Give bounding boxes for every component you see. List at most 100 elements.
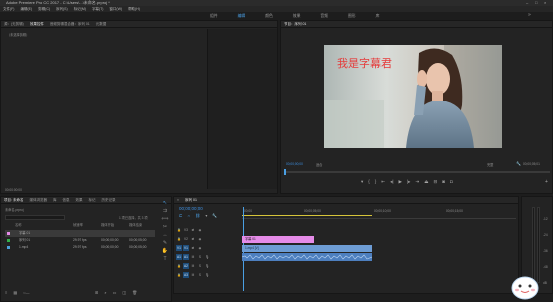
new-item-icon[interactable]: ◫ <box>122 290 126 295</box>
step-back-icon[interactable]: ◂| <box>390 179 393 187</box>
menu-sequence[interactable]: 序列(S) <box>56 6 68 12</box>
pen-tool-icon[interactable]: ✎ <box>160 240 170 248</box>
col-fps[interactable]: 帧速率 <box>73 222 83 229</box>
add-marker-icon[interactable]: ▾ <box>361 179 363 187</box>
workspace-graphics[interactable]: 图形 <box>338 12 366 20</box>
automate-icon[interactable]: ⊞ <box>95 290 98 295</box>
wrench-icon[interactable]: 🔧 <box>516 161 521 166</box>
nest-icon[interactable]: ⊏ <box>179 213 182 218</box>
eye-icon[interactable]: ◉ <box>197 245 203 251</box>
assistant-mascot-icon[interactable] <box>510 274 540 300</box>
program-scrubber[interactable] <box>284 171 550 173</box>
source-patch-a1[interactable]: A1 <box>176 254 182 260</box>
extract-icon[interactable]: ⊟ <box>433 179 437 187</box>
workspace-editing[interactable]: 编辑 <box>228 12 256 20</box>
track-label[interactable]: V3 <box>183 227 189 233</box>
menu-window[interactable]: 窗口(W) <box>109 6 122 12</box>
menu-title[interactable]: 字幕(T) <box>92 6 103 12</box>
selection-tool-icon[interactable]: ↖ <box>160 200 170 208</box>
mark-out-icon[interactable]: } <box>375 179 377 187</box>
tab-effect-controls[interactable]: 效果控件 <box>30 21 44 27</box>
workspace-color[interactable]: 颜色 <box>255 12 283 20</box>
camera-icon[interactable]: ◘ <box>450 179 453 187</box>
audio-clip[interactable] <box>242 253 372 261</box>
workspace-audio[interactable]: 音频 <box>310 12 338 20</box>
icon-view-icon[interactable]: ▦ <box>13 290 17 295</box>
mute-button[interactable]: M <box>190 254 196 260</box>
menu-file[interactable]: 文件(F) <box>3 6 14 12</box>
work-area-bar[interactable] <box>242 215 372 216</box>
solo-button[interactable]: S <box>197 254 203 260</box>
mute-button[interactable]: M <box>190 272 196 278</box>
lift-icon[interactable]: ⏏ <box>424 179 428 187</box>
new-bin-icon[interactable]: ▭ <box>113 290 117 295</box>
mic-icon[interactable]: 🎙 <box>204 263 210 269</box>
mic-icon[interactable]: 🎙 <box>204 254 210 260</box>
play-icon[interactable]: ▶ <box>399 179 402 187</box>
eye-icon[interactable]: ◉ <box>197 227 203 233</box>
table-row[interactable]: 字幕 01 <box>5 230 155 237</box>
source-patch-v1[interactable]: V1 <box>176 245 182 251</box>
tab-effects[interactable]: 效果 <box>75 197 82 203</box>
time-ruler[interactable]: 00;00 00;00;05;00 00;00;10;00 00;00;15;0… <box>242 207 516 219</box>
tab-history[interactable]: 历史记录 <box>101 197 115 203</box>
tab-program[interactable]: 节目：序列 01 <box>284 21 306 27</box>
solo-button[interactable]: S <box>197 272 203 278</box>
tab-media-browser[interactable]: 媒体浏览器 <box>29 197 47 203</box>
export-frame-icon[interactable]: ◙ <box>442 179 445 187</box>
mark-in-icon[interactable]: { <box>368 179 370 187</box>
type-tool-icon[interactable]: T <box>160 256 170 264</box>
clear-icon[interactable]: 🗑 <box>132 290 137 295</box>
table-row[interactable]: 序列 01 29.97 fps 00;00;00;00 00;00;05;00 <box>5 237 155 244</box>
tab-sequence[interactable]: 序列 01 <box>185 197 197 203</box>
col-name[interactable]: 名称 <box>15 222 22 229</box>
tab-markers[interactable]: 标记 <box>88 197 95 203</box>
zoom-slider[interactable]: ○— <box>23 290 29 295</box>
workspace-assembly[interactable]: 组件 <box>200 12 228 20</box>
zoom-select[interactable]: 适合 <box>316 162 322 167</box>
step-forward-icon[interactable]: |▸ <box>407 179 410 187</box>
find-icon[interactable]: ⌕ <box>104 290 106 295</box>
quality-select[interactable]: 完整 <box>487 162 493 167</box>
title-clip[interactable]: 字幕 01 <box>242 236 314 243</box>
col-media-start[interactable]: 媒体开始 <box>101 222 114 229</box>
snap-icon[interactable]: ∩ <box>187 213 190 218</box>
timeline-timecode[interactable]: 00;00;00;00 <box>179 206 203 211</box>
go-to-out-icon[interactable]: ⇥ <box>415 179 419 187</box>
menu-edit[interactable]: 编辑(E) <box>20 6 32 12</box>
timeline-settings-icon[interactable]: 🔧 <box>212 213 217 218</box>
razor-tool-icon[interactable]: ✂ <box>160 224 170 232</box>
sync-lock-icon[interactable]: ⇄ <box>190 236 196 242</box>
track-label[interactable]: V2 <box>183 236 189 242</box>
workspace-effects[interactable]: 效果 <box>283 12 311 20</box>
menu-clip[interactable]: 剪辑(C) <box>38 6 50 12</box>
close-sequence-icon[interactable]: × <box>177 197 179 203</box>
track-label[interactable]: A3 <box>183 272 189 278</box>
tab-source[interactable]: 源：(无剪辑) <box>4 21 24 27</box>
program-playhead[interactable] <box>284 169 286 175</box>
tab-info[interactable]: 信息 <box>62 197 69 203</box>
list-view-icon[interactable]: ≡ <box>5 290 7 295</box>
tab-libraries[interactable]: 库 <box>53 197 57 203</box>
go-to-in-icon[interactable]: ⇤ <box>381 179 385 187</box>
eye-icon[interactable]: ◉ <box>197 236 203 242</box>
slip-tool-icon[interactable]: ↔ <box>160 232 170 240</box>
program-timecode[interactable]: 00;00;00;00 <box>286 162 303 166</box>
track-lock-icon[interactable]: 🔒 <box>176 236 182 242</box>
mic-icon[interactable]: 🎙 <box>204 272 210 278</box>
tab-project[interactable]: 项目: 未命名 <box>4 197 23 203</box>
track-label[interactable]: V1 <box>183 245 189 251</box>
button-editor-icon[interactable]: + <box>545 179 548 185</box>
track-select-tool-icon[interactable]: ⇉ <box>160 208 170 216</box>
table-row[interactable]: 1.mp4 29.97 fps 00;00;00;00 00;00;05;00 <box>5 244 155 251</box>
track-label[interactable]: A1 <box>183 254 189 260</box>
solo-button[interactable]: S <box>197 263 203 269</box>
hand-tool-icon[interactable]: ✋ <box>160 248 170 256</box>
sync-lock-icon[interactable]: ⇄ <box>190 227 196 233</box>
linked-selection-icon[interactable]: ⛓ <box>195 213 200 218</box>
menu-help[interactable]: 帮助(H) <box>128 6 140 12</box>
col-media-end[interactable]: 媒体结束 <box>129 222 142 229</box>
menu-marker[interactable]: 标记(M) <box>74 6 86 12</box>
track-lock-icon[interactable]: 🔒 <box>176 272 182 278</box>
workspace-menu-icon[interactable]: » <box>528 12 531 18</box>
